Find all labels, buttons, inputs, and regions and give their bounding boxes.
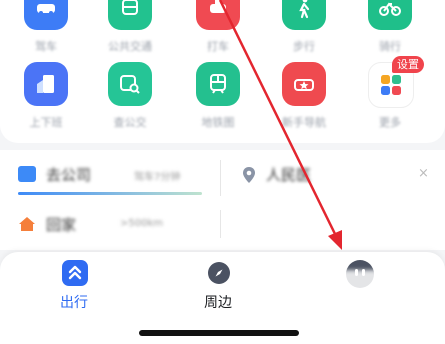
annotation-arrow	[218, 0, 342, 250]
home-indicator[interactable]	[139, 330, 299, 336]
